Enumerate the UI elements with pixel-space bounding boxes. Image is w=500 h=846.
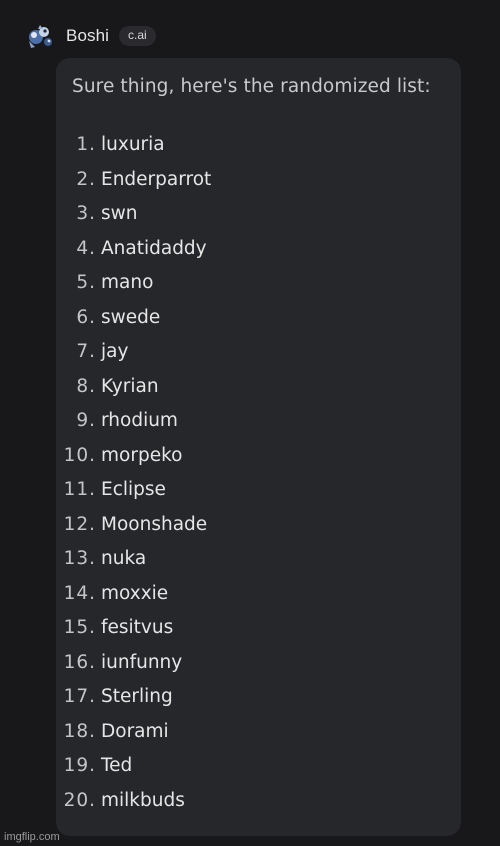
list-item-number: 11. (63, 479, 96, 500)
character-avatar-icon[interactable] (24, 20, 56, 52)
list-item-number: 8. (76, 375, 96, 397)
list-item-number: 7. (76, 341, 96, 362)
list-item-number: 10. (63, 444, 96, 466)
list-item-text: Moonshade (101, 513, 208, 535)
character-name[interactable]: Boshi (66, 26, 109, 46)
list-item-text: swede (101, 306, 161, 328)
message-header: Boshi c.ai (24, 20, 156, 52)
list-item-text: Enderparrot (101, 168, 212, 190)
list-item-text: fesitvus (101, 617, 174, 638)
list-item-text: morpeko (101, 444, 183, 466)
list-item-number: 6. (76, 306, 96, 328)
list-item-number: 19. (63, 755, 96, 776)
list-item-number: 5. (76, 272, 96, 293)
list-item-text: mano (101, 272, 154, 293)
list-item-text: nuka (101, 548, 147, 569)
watermark: imgflip.com (4, 831, 60, 843)
list-item-text: luxuria (101, 134, 165, 155)
list-item-number: 9. (76, 410, 96, 431)
list-item-number: 3. (76, 203, 96, 224)
list-item-text: Sterling (101, 686, 173, 707)
list-item-number: 17. (63, 686, 96, 707)
list-item-text: jay (101, 341, 129, 362)
list-item-number: 1. (76, 134, 96, 155)
list-item-number: 12. (63, 513, 96, 535)
list-item-number: 20. (63, 789, 96, 811)
list-item-number: 13. (63, 548, 96, 569)
list-item-number: 18. (63, 720, 96, 742)
list-item-number: 2. (76, 168, 96, 190)
list-item-number: 4. (76, 237, 96, 259)
list-item-text: Eclipse (101, 479, 166, 500)
list-item-text: Anatidaddy (101, 237, 207, 259)
list-item-text: Kyrian (101, 375, 159, 397)
message-intro: Sure thing, here's the randomized list: (72, 76, 431, 97)
list-item-text: rhodium (101, 410, 178, 431)
list-item-text: iunfunny (101, 651, 183, 673)
source-badge: c.ai (119, 26, 156, 46)
list-item-text: Ted (101, 755, 133, 776)
message-bubble: Sure thing, here's the randomized list: … (56, 58, 461, 836)
list-item-number: 14. (63, 582, 96, 604)
list-item-text: Dorami (101, 720, 169, 742)
list-item-text: milkbuds (101, 789, 185, 811)
list-item-number: 15. (63, 617, 96, 638)
list-item-text: moxxie (101, 582, 169, 604)
list-item-number: 16. (63, 651, 96, 673)
list-item-text: swn (101, 203, 138, 224)
